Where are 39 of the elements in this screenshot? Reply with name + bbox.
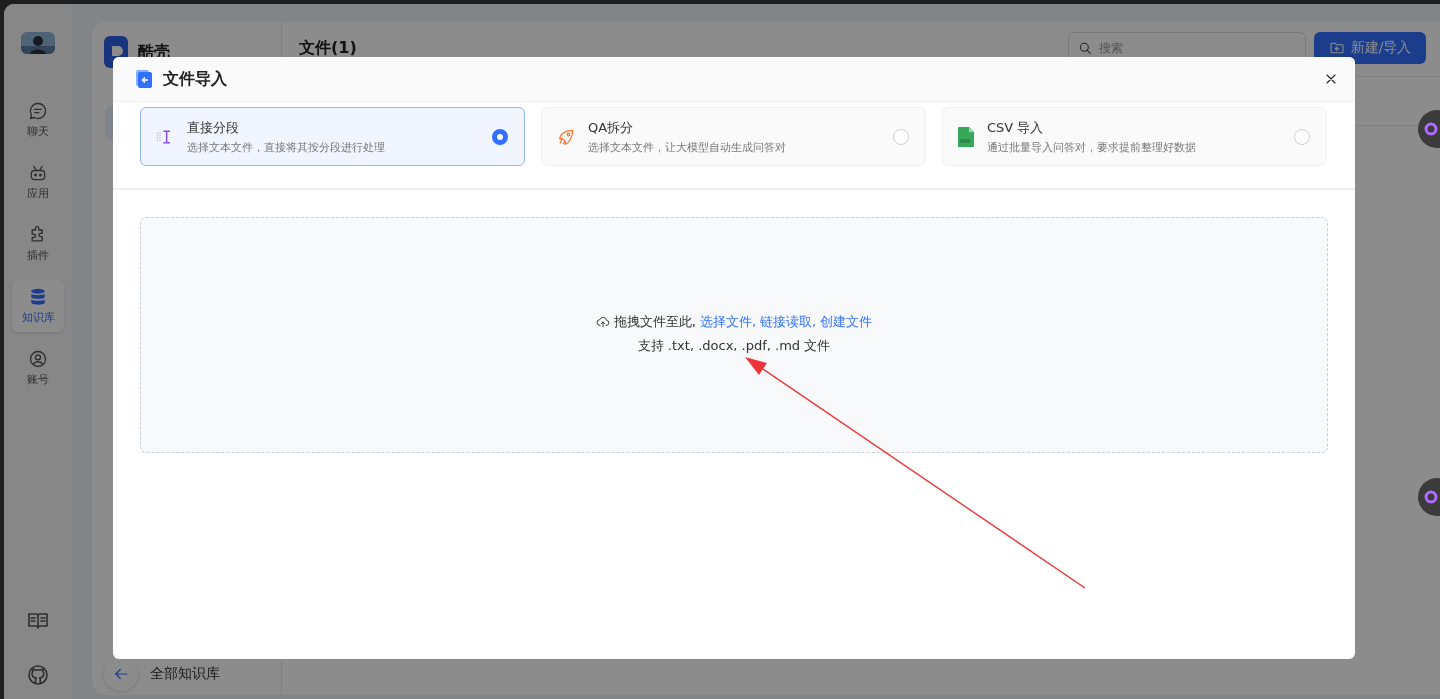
file-drop-zone[interactable]: 拖拽文件至此, 选择文件, 链接读取, 创建文件 支持 .txt, .docx, .pdf, .md 文件 (140, 217, 1328, 453)
back-button[interactable] (104, 657, 138, 691)
ring-icon (1424, 490, 1438, 504)
github-icon (26, 663, 50, 687)
file-link[interactable]: 创建文件 (820, 313, 873, 331)
database-icon (28, 287, 48, 307)
sidebar-item[interactable]: 插件 (12, 218, 64, 270)
sidebar-item[interactable]: 应用 (12, 156, 64, 208)
page-title: 文件(1) (299, 37, 357, 59)
option-title: 直接分段 (187, 118, 240, 137)
radio-button[interactable] (492, 128, 508, 145)
drop-prompt: 拖拽文件至此, (613, 313, 696, 331)
csv-file-icon (957, 126, 975, 147)
user-circle-icon (28, 349, 48, 369)
folder-icon (1328, 40, 1345, 56)
import-mode-option[interactable]: CSV 导入 通过批量导入问答对，要求提前整理好数据 (942, 107, 1327, 166)
sidebar-item[interactable]: 账号 (12, 342, 64, 394)
option-title: CSV 导入 (987, 118, 1045, 137)
new-import-button[interactable]: 新建/导入 (1314, 32, 1426, 64)
ring-icon (1424, 122, 1438, 136)
option-description: 选择文本文件，让大模型自动生成问答对 (588, 139, 787, 155)
option-title: QA拆分 (588, 118, 635, 137)
back-label: 全部知识库 (150, 665, 220, 683)
dialog-title: 文件导入 (163, 68, 227, 90)
cloud-upload-icon (595, 315, 610, 329)
chat-bubble-icon (28, 101, 48, 121)
option-description: 选择文本文件，直接将其按分段进行处理 (187, 139, 386, 155)
import-mode-option[interactable]: 直接分段 选择文本文件，直接将其按分段进行处理 (140, 107, 525, 166)
option-description: 通过批量导入问答对，要求提前整理好数据 (987, 139, 1197, 155)
import-file-icon (135, 70, 153, 88)
supported-formats: 支持 .txt, .docx, .pdf, .md 文件 (637, 337, 831, 355)
sidebar-item[interactable]: 聊天 (12, 94, 64, 146)
file-link[interactable]: 链接读取, (760, 313, 817, 331)
search-icon (1077, 40, 1093, 56)
import-mode-option[interactable]: QA拆分 选择文本文件，让大模型自动生成问答对 (541, 107, 926, 166)
sidebar-item[interactable]: 知识库 (12, 280, 64, 332)
robot-icon (28, 163, 48, 183)
avatar[interactable] (21, 32, 55, 54)
file-link[interactable]: 选择文件, (699, 313, 757, 331)
